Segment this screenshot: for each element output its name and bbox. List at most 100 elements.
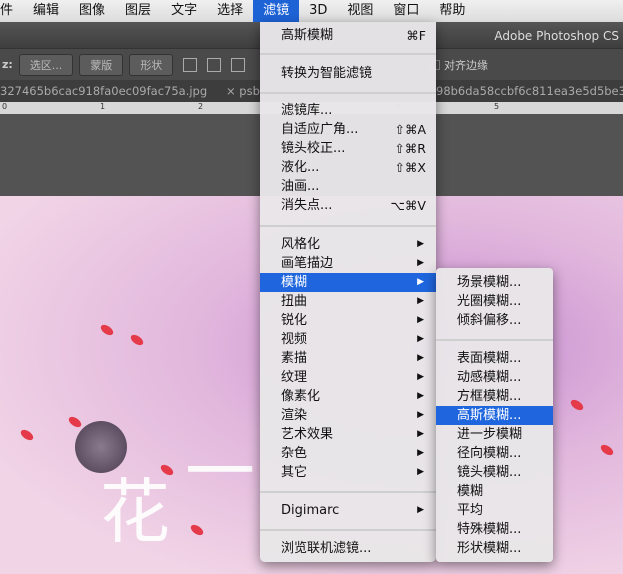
menu-item[interactable]: 高斯模糊...: [436, 406, 553, 425]
menu-item-label: 模糊: [281, 275, 308, 290]
menu-item[interactable]: 消失点... ⌥⌘V: [260, 196, 436, 215]
menu-item[interactable]: 镜头模糊...: [436, 463, 553, 482]
menu-item-label: 镜头模糊...: [457, 465, 522, 480]
ruler-tick: 1: [100, 102, 106, 111]
menu-item[interactable]: 方框模糊...: [436, 387, 553, 406]
menu-item-label: 镜头校正...: [281, 141, 346, 156]
menu-item-label: 高斯模糊...: [457, 408, 522, 423]
menu-item[interactable]: 模糊: [436, 482, 553, 501]
menu-item[interactable]: 锐化 ▶: [260, 311, 436, 330]
menu-3[interactable]: 图层: [115, 0, 161, 22]
calligraphy-char: 一: [185, 431, 255, 513]
menu-item[interactable]: 场景模糊...: [436, 273, 553, 292]
menu-10[interactable]: 帮助: [429, 0, 475, 22]
menu-item[interactable]: 纹理 ▶: [260, 368, 436, 387]
menu-item-label: 方框模糊...: [457, 389, 522, 404]
menu-9[interactable]: 窗口: [383, 0, 429, 22]
mask-button[interactable]: 蒙版: [79, 53, 124, 76]
last-filter-item[interactable]: 高斯模糊 ⌘F: [260, 26, 436, 45]
menu-0[interactable]: 件: [0, 0, 23, 22]
menu-item-label: 模糊: [457, 484, 484, 499]
menu-item[interactable]: 平均: [436, 501, 553, 520]
ruler-tick: 2: [198, 102, 204, 111]
menu-separator: [260, 529, 436, 531]
menu-item[interactable]: 画笔描边 ▶: [260, 254, 436, 273]
path-alignment-icon[interactable]: [207, 57, 222, 72]
shortcut: ⇧⌘X: [394, 160, 426, 175]
menu-item-label: 表面模糊...: [457, 351, 522, 366]
menu-item-label: 平均: [457, 503, 484, 518]
menu-item-label: 渲染: [281, 408, 308, 423]
align-edges-label: 对齐边缘: [444, 58, 488, 72]
menu-item[interactable]: 艺术效果 ▶: [260, 425, 436, 444]
submenu-arrow-icon: ▶: [417, 467, 424, 477]
menu-item-label: 视频: [281, 332, 308, 347]
path-arrangement-icon[interactable]: [231, 57, 246, 72]
menu-5[interactable]: 选择: [207, 0, 253, 22]
align-edges-checkbox[interactable]: 对齐边缘: [430, 57, 488, 73]
selection-button[interactable]: 选区...: [18, 53, 74, 76]
shortcut: ⇧⌘R: [394, 141, 426, 156]
browse-filters-item[interactable]: 浏览联机滤镜...: [260, 539, 436, 558]
menu-item[interactable]: 扭曲 ▶: [260, 292, 436, 311]
shape-button[interactable]: 形状: [129, 53, 174, 76]
submenu-arrow-icon: ▶: [417, 429, 424, 439]
menu-item[interactable]: 倾斜偏移...: [436, 311, 553, 330]
menu-item[interactable]: 液化... ⇧⌘X: [260, 158, 436, 177]
menu-item[interactable]: 杂色 ▶: [260, 444, 436, 463]
menu-item[interactable]: 表面模糊...: [436, 349, 553, 368]
menu-item[interactable]: 视频 ▶: [260, 330, 436, 349]
menu-item[interactable]: 自适应广角... ⇧⌘A: [260, 120, 436, 139]
menu-item-label: 素描: [281, 351, 308, 366]
tab-document-3[interactable]: 98b6da58ccbf6c811ea3e5d5be3: [436, 80, 623, 102]
menu-1[interactable]: 编辑: [23, 0, 69, 22]
menu-item[interactable]: 形状模糊...: [436, 539, 553, 558]
menu-separator: [260, 92, 436, 94]
filter-menu: 高斯模糊 ⌘F 转换为智能滤镜 滤镜库... 自适应广角... ⇧⌘A 镜头校正... ⇧⌘R…: [260, 22, 436, 562]
menu-item-label: 转换为智能滤镜: [281, 66, 373, 81]
menu-item[interactable]: 镜头校正... ⇧⌘R: [260, 139, 436, 158]
menu-6[interactable]: 滤镜: [253, 0, 300, 22]
menu-item[interactable]: 动感模糊...: [436, 368, 553, 387]
menu-7[interactable]: 3D: [299, 0, 337, 22]
menu-item[interactable]: 素描 ▶: [260, 349, 436, 368]
menu-item[interactable]: 像素化 ▶: [260, 387, 436, 406]
submenu-arrow-icon: ▶: [417, 258, 424, 268]
digimarc-item[interactable]: Digimarc ▶: [260, 501, 436, 520]
menu-item[interactable]: 特殊模糊...: [436, 520, 553, 539]
shortcut: ⌘F: [406, 28, 426, 43]
menu-item[interactable]: 其它 ▶: [260, 463, 436, 482]
blur-submenu: 场景模糊... 光圈模糊... 倾斜偏移... 表面模糊... 动感模糊... 方框模糊.…: [436, 268, 553, 562]
menu-item[interactable]: 光圈模糊...: [436, 292, 553, 311]
menu-item-label: 滤镜库...: [281, 103, 333, 118]
submenu-arrow-icon: ▶: [417, 277, 424, 287]
path-operations-icon[interactable]: [183, 57, 198, 72]
menu-item-label: 锐化: [281, 313, 308, 328]
menu-item-label: 扭曲: [281, 294, 308, 309]
menu-item[interactable]: 风格化 ▶: [260, 235, 436, 254]
menu-2[interactable]: 图像: [69, 0, 115, 22]
menu-8[interactable]: 视图: [337, 0, 383, 22]
menu-item-label: 浏览联机滤镜...: [281, 541, 372, 556]
menu-item[interactable]: 油画...: [260, 177, 436, 196]
submenu-arrow-icon: ▶: [417, 315, 424, 325]
menu-item-label: 动感模糊...: [457, 370, 522, 385]
menu-item[interactable]: 进一步模糊: [436, 425, 553, 444]
tab-document-1[interactable]: 327465b6cac918fa0ec09fac75a.jpg: [0, 80, 207, 102]
submenu-arrow-icon: ▶: [417, 410, 424, 420]
tab-document-2[interactable]: × psb: [226, 80, 260, 102]
menu-item-label: 画笔描边: [281, 256, 334, 271]
submenu-arrow-icon: ▶: [417, 505, 424, 515]
menu-item[interactable]: 径向模糊...: [436, 444, 553, 463]
menu-4[interactable]: 文字: [161, 0, 207, 22]
menu-bar: 件编辑 图像 图层 文字 选择 滤镜 3D 视图 窗口 帮助: [0, 0, 623, 22]
menu-item[interactable]: 滤镜库...: [260, 101, 436, 120]
submenu-arrow-icon: ▶: [417, 391, 424, 401]
shortcut: ⌥⌘V: [390, 198, 426, 213]
menu-item[interactable]: 渲染 ▶: [260, 406, 436, 425]
menu-item-label: 径向模糊...: [457, 446, 522, 461]
menu-separator: [260, 491, 436, 493]
convert-smart-filter-item[interactable]: 转换为智能滤镜: [260, 64, 436, 83]
menu-item[interactable]: 模糊 ▶: [260, 273, 436, 292]
submenu-arrow-icon: ▶: [417, 296, 424, 306]
